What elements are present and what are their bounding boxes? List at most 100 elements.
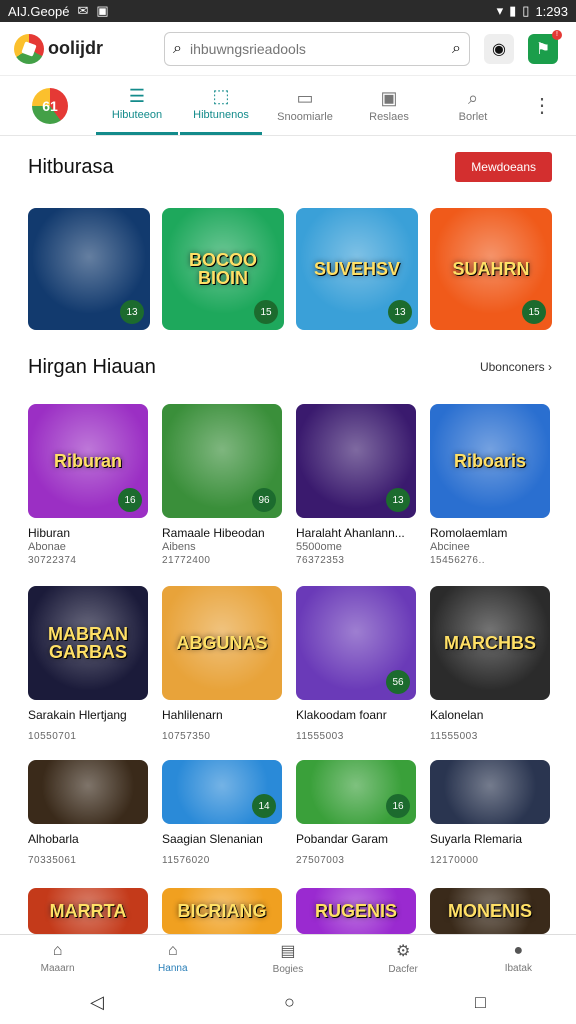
- carrier-text: AIJ.Geopé: [8, 3, 70, 19]
- game-tile[interactable]: Riboaris: [430, 404, 550, 518]
- nav-label: Maaarn: [40, 962, 75, 974]
- search-submit-icon[interactable]: ⌕: [452, 40, 461, 58]
- game-art-text: Riburan: [53, 451, 122, 471]
- tab-reslaes[interactable]: ▣ Reslaes: [348, 77, 430, 135]
- home-circle-icon[interactable]: ○: [284, 992, 295, 1013]
- game-tile[interactable]: MABRAN GARBAS: [28, 586, 148, 700]
- game-tile[interactable]: 16: [296, 760, 416, 824]
- app-header: oolijdr ⌕ ⌕ ◉ ⚑ !: [0, 22, 576, 76]
- game-title[interactable]: Alhobarla: [28, 832, 158, 846]
- game-badge: 56: [386, 670, 410, 694]
- game-tile[interactable]: 96: [162, 404, 282, 518]
- box-icon: ▤: [280, 942, 296, 960]
- game-title[interactable]: Sarakain Hlertjang: [28, 708, 158, 722]
- robot-icon: ▣: [380, 87, 398, 108]
- games-header: Hirgan Hiauan Ubonconers ›: [28, 354, 552, 380]
- game-players-count: 76372353: [296, 555, 345, 566]
- game-badge: 16: [386, 794, 410, 818]
- game-tile[interactable]: 56: [296, 586, 416, 700]
- category-nav: 61 ☰ Hibuteeon ⬚ Hibtunenos ▭ Snoomiarle…: [0, 76, 576, 136]
- recents-icon[interactable]: □: [475, 992, 486, 1013]
- tab-borlet[interactable]: ⌕ Borlet: [432, 77, 514, 135]
- game-tile[interactable]: BICRIANG: [162, 888, 282, 934]
- game-tile[interactable]: ABGUNAS: [162, 586, 282, 700]
- search-box[interactable]: ⌕ ⌕: [164, 31, 470, 66]
- wallet-icon: ◉: [492, 40, 506, 58]
- game-tile[interactable]: 14: [162, 760, 282, 824]
- nav-item-home[interactable]: ⌂ Maaarn: [8, 942, 108, 974]
- game-tile[interactable]: Riburan 16: [28, 404, 148, 518]
- game-badge: 15: [254, 300, 278, 324]
- game-tile[interactable]: [28, 760, 148, 824]
- game-tile[interactable]: [430, 760, 550, 824]
- game-art-text: ABGUNAS: [176, 633, 268, 653]
- game-title[interactable]: Saagian Slenanian: [162, 832, 292, 846]
- game-tile[interactable]: MARRTA: [28, 888, 148, 934]
- tag-icon: ⬚: [212, 86, 230, 106]
- tab-snoomiarle[interactable]: ▭ Snoomiarle: [264, 77, 346, 135]
- game-title[interactable]: Suyarla Rlemaria: [430, 832, 560, 846]
- nav-label: Ibatak: [504, 962, 532, 974]
- home-icon: ⌂: [52, 941, 63, 959]
- list-icon: ☰: [128, 86, 146, 106]
- tab-label: Hibuteeon: [111, 109, 163, 121]
- tab-hibtunenos[interactable]: ⬚ Hibtunenos: [180, 77, 262, 135]
- game-tile[interactable]: RUGENIS: [296, 888, 416, 934]
- user-icon: ●: [513, 941, 524, 959]
- game-players-count: 30722374: [28, 555, 77, 566]
- nav-item-dacfer[interactable]: ⚙ Dacfer: [353, 941, 453, 975]
- featured-game-tile[interactable]: BOCOO BIOIN 15: [162, 208, 284, 330]
- game-art-text: MARCHBS: [444, 633, 536, 653]
- tv-icon: ▭: [296, 87, 314, 108]
- view-all-button[interactable]: Mewdoeans: [455, 152, 552, 182]
- game-art-text: BOCOO BIOIN: [188, 250, 257, 288]
- game-title[interactable]: Romolaemlam: [430, 526, 560, 540]
- game-title[interactable]: Kalonelan: [430, 708, 560, 722]
- battery-icon: ▯: [522, 3, 530, 18]
- category-logo[interactable]: 61: [32, 87, 68, 124]
- game-title[interactable]: Klakoodam foanr: [296, 708, 426, 722]
- game-provider: Aibens: [162, 541, 196, 553]
- app-icon: ▣: [96, 3, 109, 18]
- game-art-text: BICRIANG: [177, 901, 267, 921]
- game-players-count: 11576020: [162, 855, 210, 866]
- game-tile[interactable]: MONENIS: [430, 888, 550, 934]
- nav-label: Bogies: [272, 963, 304, 975]
- game-players-count: 21772400: [162, 555, 211, 566]
- gear-icon: ⚙: [395, 942, 411, 960]
- back-icon[interactable]: ◁: [90, 992, 104, 1013]
- game-art-text: MONENIS: [447, 901, 532, 921]
- game-title[interactable]: Pobandar Garam: [296, 832, 426, 846]
- featured-game-tile[interactable]: 13: [28, 208, 150, 330]
- game-players-count: 12170000: [430, 855, 479, 866]
- wallet-button[interactable]: ◉: [484, 33, 514, 64]
- game-title[interactable]: Hiburan: [28, 526, 158, 540]
- nav-item-bogies[interactable]: ▤ Bogies: [238, 941, 338, 975]
- game-title[interactable]: Ramaale Hibeodan: [162, 526, 292, 540]
- game-art-text: MABRAN GARBAS: [48, 624, 128, 662]
- search-input[interactable]: [189, 40, 445, 57]
- tab-label: Snoomiarle: [277, 110, 333, 123]
- game-title[interactable]: Haralaht Ahanlann...: [296, 526, 426, 540]
- game-badge: 13: [120, 300, 144, 324]
- game-tile[interactable]: 13: [296, 404, 416, 518]
- game-players-count: 11555003: [296, 731, 344, 742]
- game-tile[interactable]: MARCHBS: [430, 586, 550, 700]
- game-art-text: Riboaris: [453, 451, 527, 471]
- game-badge: 13: [388, 300, 412, 324]
- tab-hibuteeon[interactable]: ☰ Hibuteeon: [96, 77, 178, 135]
- status-bar: AIJ.Geopé ✉ ▣ ▾ ▮ ▯ 1:293: [0, 0, 576, 22]
- nav-label: Dacfer: [388, 963, 418, 975]
- nav-item-hanna[interactable]: ⌂ Hanna: [123, 942, 223, 974]
- gift-button[interactable]: ⚑ !: [528, 29, 562, 64]
- nav-item-ibatak[interactable]: ● Ibatak: [468, 942, 568, 974]
- more-icon[interactable]: ⋮: [532, 93, 552, 118]
- featured-game-tile[interactable]: SUAHRN 15: [430, 208, 552, 330]
- app-logo[interactable]: oolijdr: [14, 33, 154, 64]
- notification-dot: !: [552, 29, 562, 40]
- see-all-link[interactable]: Ubonconers ›: [480, 360, 552, 374]
- section-title: Hirgan Hiauan: [28, 355, 156, 378]
- featured-game-tile[interactable]: SUVEHSV 13: [296, 208, 418, 330]
- game-title[interactable]: Hahlilenarn: [162, 708, 292, 722]
- tab-label: Reslaes: [369, 110, 409, 123]
